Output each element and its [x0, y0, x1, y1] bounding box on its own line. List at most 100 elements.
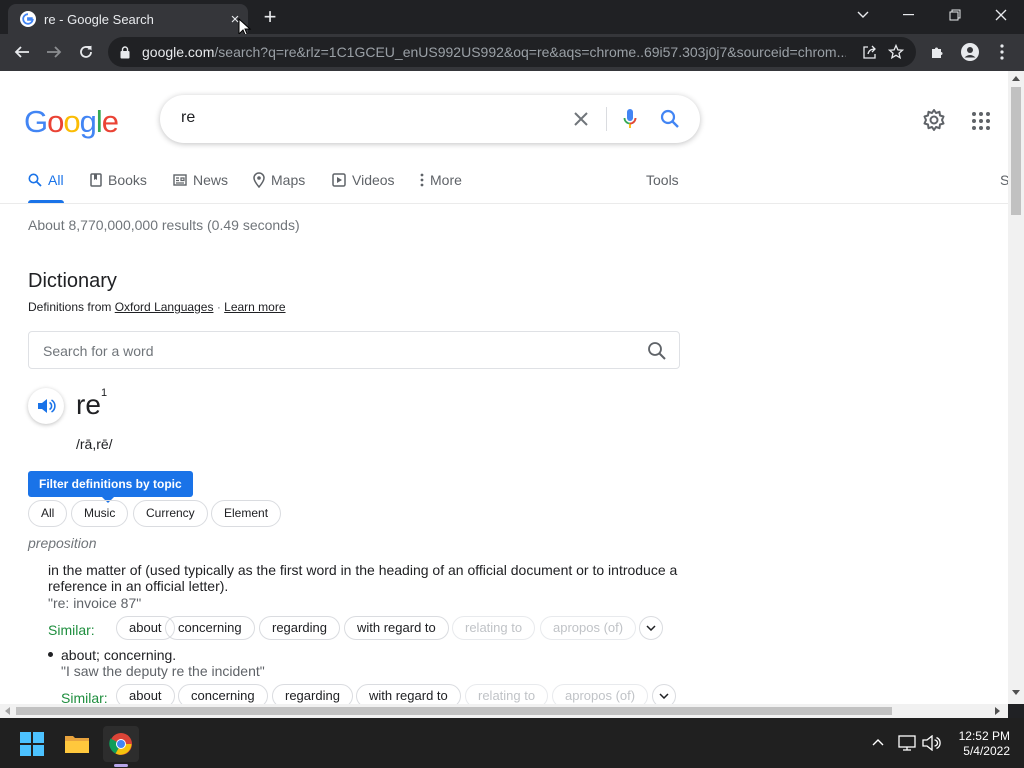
part-of-speech: preposition [28, 535, 97, 551]
similar-chip[interactable]: concerning [178, 684, 268, 704]
browser-tab[interactable]: re - Google Search × [8, 4, 248, 34]
show-hidden-icons-chevron-icon[interactable] [872, 738, 884, 746]
similar-chip[interactable]: apropos (of) [540, 616, 637, 640]
definition-example: "re: invoice 87" [48, 595, 142, 611]
tab-all[interactable]: All [28, 172, 64, 188]
reload-button[interactable] [72, 38, 100, 66]
tab-maps[interactable]: Maps [253, 172, 305, 188]
map-pin-icon [253, 172, 265, 188]
chrome-menu-icon[interactable] [988, 38, 1016, 66]
search-separator [606, 107, 607, 131]
vertical-scroll-thumb[interactable] [1011, 87, 1021, 215]
chrome-active-indicator [114, 764, 128, 767]
oxford-languages-link[interactable]: Oxford Languages [115, 300, 214, 314]
similar-chip[interactable]: with regard to [356, 684, 461, 704]
chrome-taskbar-button[interactable] [103, 726, 139, 762]
speaker-icon [38, 399, 56, 413]
similar-label: Similar: [48, 622, 95, 638]
horizontal-scrollbar[interactable] [0, 704, 1008, 718]
tab-label: Maps [271, 172, 306, 188]
scroll-left-icon[interactable] [4, 707, 10, 715]
scroll-right-icon[interactable] [995, 707, 1001, 715]
learn-more-link[interactable]: Learn more [224, 300, 285, 314]
similar-chip[interactable]: relating to [452, 616, 536, 640]
settings-gear-icon[interactable] [922, 108, 946, 132]
similar-chip[interactable]: relating to [465, 684, 549, 704]
book-icon [90, 173, 102, 187]
list-bullet [48, 652, 53, 657]
topic-chip-music[interactable]: Music [71, 500, 129, 527]
dictionary-search-placeholder: Search for a word [43, 343, 154, 359]
expand-similar-button[interactable] [652, 684, 676, 704]
scroll-up-icon[interactable] [1012, 75, 1020, 81]
tools-button[interactable]: Tools [646, 172, 679, 188]
similar-chip[interactable]: about [116, 684, 175, 704]
google-apps-grid-icon[interactable] [972, 112, 990, 130]
start-button[interactable] [14, 726, 50, 762]
headword: re [76, 389, 101, 420]
tab-cutoff-label[interactable]: S [1000, 172, 1008, 188]
network-icon[interactable] [897, 735, 917, 751]
dictionary-title: Dictionary [28, 270, 117, 292]
lock-icon[interactable] [120, 45, 130, 59]
search-query-input[interactable]: re [181, 109, 195, 127]
address-bar[interactable]: google.com/search?q=re&rlz=1C1GCEU_enUS9… [108, 37, 916, 67]
news-icon [173, 174, 187, 186]
title-bar: re - Google Search × + [0, 0, 1024, 38]
separator-dot: · [216, 300, 221, 314]
profile-avatar-icon[interactable] [956, 38, 984, 66]
search-submit-icon[interactable] [660, 109, 680, 129]
pronunciation-speaker-button[interactable] [28, 388, 64, 424]
chrome-icon [109, 733, 132, 755]
similar-chip[interactable]: regarding [259, 616, 340, 640]
extensions-icon[interactable] [924, 38, 952, 66]
more-vertical-icon [420, 173, 424, 187]
url-path: /search?q=re&rlz=1C1GCEU_enUS992US992&oq… [214, 44, 846, 60]
similar-label: Similar: [61, 690, 108, 704]
clear-search-icon[interactable] [573, 111, 589, 127]
similar-chip[interactable]: apropos (of) [552, 684, 649, 704]
bookmark-star-icon[interactable] [888, 44, 904, 60]
page-content: Google re All Books News Maps Videos Mor… [0, 71, 1008, 704]
topic-chip-currency[interactable]: Currency [133, 500, 208, 527]
topic-chip-all[interactable]: All [28, 500, 68, 527]
definition-text: about; concerning. [61, 647, 177, 663]
tab-label: News [193, 172, 229, 188]
new-tab-button[interactable]: + [258, 6, 282, 30]
windows-taskbar: 12:52 PM 5/4/2022 [0, 718, 1024, 768]
expand-similar-button[interactable] [639, 616, 663, 640]
volume-icon[interactable] [922, 735, 942, 751]
similar-chip[interactable]: concerning [165, 616, 255, 640]
vertical-scrollbar[interactable] [1008, 71, 1024, 704]
tab-title: re - Google Search [44, 11, 154, 27]
url-host: google.com [142, 44, 215, 60]
similar-chip[interactable]: with regard to [344, 616, 449, 640]
taskbar-clock[interactable]: 12:52 PM 5/4/2022 [948, 729, 1010, 759]
voice-search-icon[interactable] [623, 108, 637, 130]
header-divider [0, 203, 1008, 204]
file-explorer-button[interactable] [59, 726, 95, 762]
back-button[interactable] [8, 38, 36, 66]
tab-books[interactable]: Books [90, 172, 147, 188]
google-logo[interactable]: Google [24, 104, 119, 140]
share-icon[interactable] [862, 44, 878, 60]
google-favicon-icon [20, 11, 36, 27]
tab-news[interactable]: News [173, 172, 228, 188]
search-icon[interactable] [647, 341, 667, 361]
headword-superscript: 1 [101, 387, 108, 399]
horizontal-scroll-thumb[interactable] [16, 707, 892, 715]
dictionary-search-input[interactable]: Search for a word [28, 331, 680, 369]
clock-date: 5/4/2022 [963, 744, 1010, 758]
restore-button[interactable] [932, 0, 978, 30]
tab-search-chevron-icon[interactable] [840, 0, 886, 30]
windows-logo-icon [20, 732, 44, 756]
topic-chip-element[interactable]: Element [211, 500, 282, 527]
tab-more[interactable]: More [420, 172, 462, 188]
scroll-down-icon[interactable] [1012, 690, 1020, 696]
similar-chip[interactable]: regarding [272, 684, 353, 704]
search-box[interactable]: re [160, 95, 700, 143]
minimize-button[interactable] [886, 0, 932, 30]
forward-button[interactable] [40, 38, 68, 66]
tab-videos[interactable]: Videos [332, 172, 395, 188]
close-window-button[interactable] [978, 0, 1024, 30]
